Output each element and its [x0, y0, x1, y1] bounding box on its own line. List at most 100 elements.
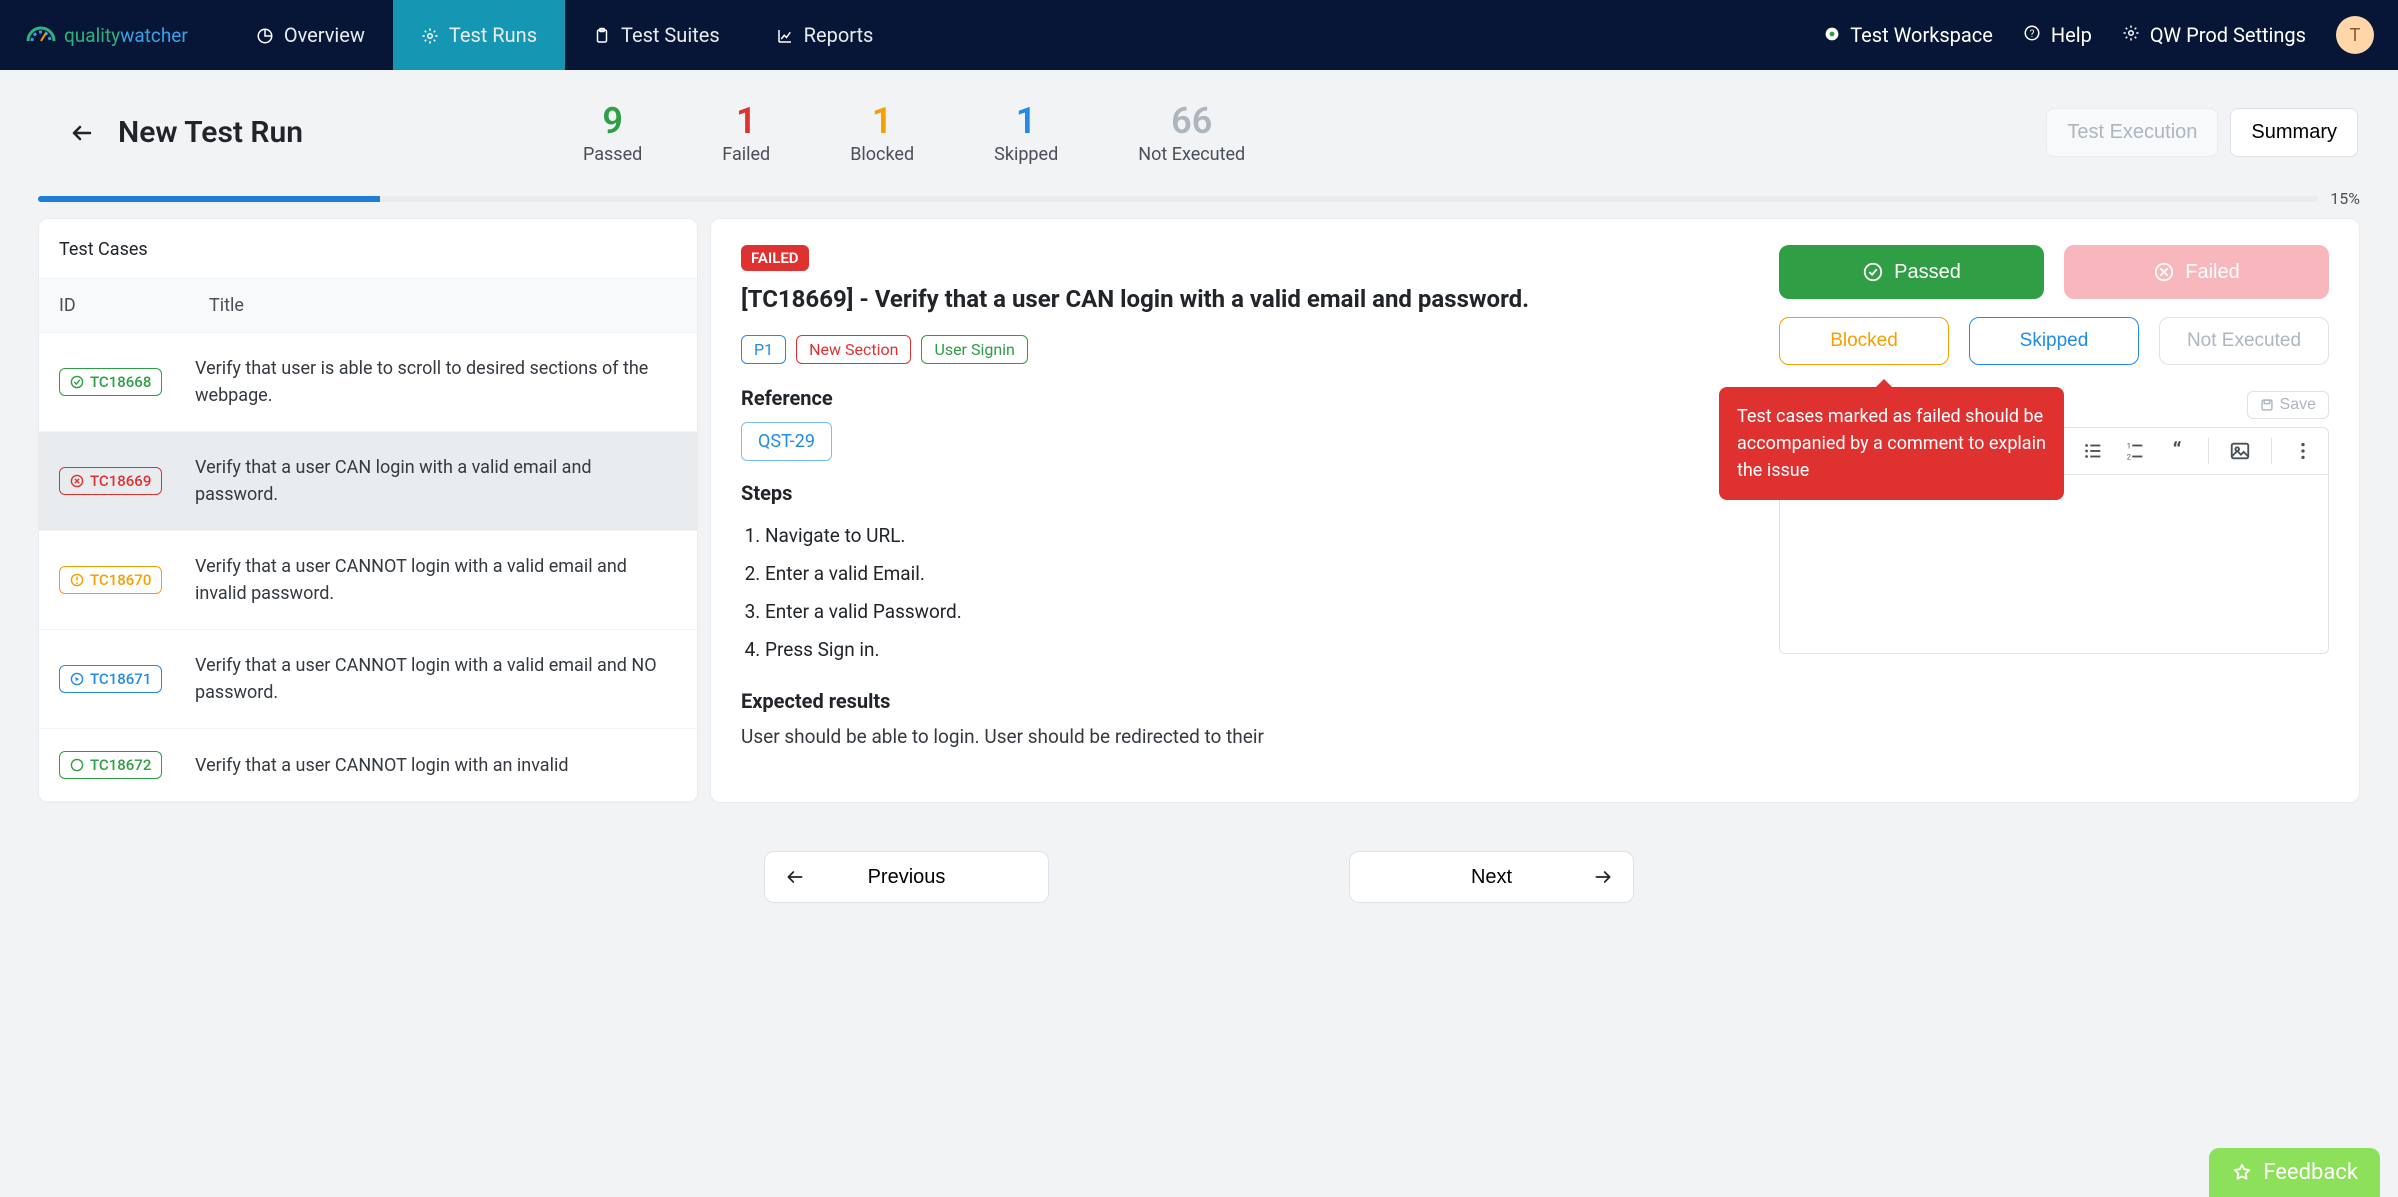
toolbar-divider	[2271, 438, 2272, 464]
reference-heading: Reference	[741, 386, 1739, 410]
top-nav: qualitywatcher Overview Test Runs Test S…	[0, 0, 2398, 70]
main-content: Test Cases ID Title TC18668 Verify that …	[0, 218, 2398, 827]
x-circle-icon	[2153, 261, 2175, 283]
detail-title: [TC18669] - Verify that a user CAN login…	[741, 283, 1739, 317]
action-passed-button[interactable]: Passed	[1779, 245, 2044, 299]
svg-text:1: 1	[2127, 441, 2131, 450]
settings-link[interactable]: QW Prod Settings	[2122, 23, 2306, 47]
star-icon	[2231, 1162, 2253, 1184]
col-title: Title	[209, 295, 244, 316]
tc-id: TC18669	[90, 472, 151, 490]
test-cases-panel: Test Cases ID Title TC18668 Verify that …	[38, 218, 698, 803]
nav-right: Test Workspace ? Help QW Prod Settings T	[1824, 16, 2374, 54]
quote-icon[interactable]: “	[2166, 440, 2188, 462]
nav-tabs: Overview Test Runs Test Suites Reports	[228, 0, 902, 70]
image-icon[interactable]	[2229, 440, 2251, 462]
stat-label: Skipped	[994, 144, 1058, 165]
check-circle-icon	[1862, 261, 1884, 283]
svg-text:2: 2	[2127, 452, 2131, 461]
avatar-initial: T	[2350, 25, 2361, 46]
clipboard-icon	[593, 26, 611, 44]
tag-module: User Signin	[921, 335, 1027, 364]
detail-status-pill: FAILED	[741, 245, 809, 271]
action-failed-button[interactable]: Failed	[2064, 245, 2329, 299]
tags-row: P1 New Section User Signin	[741, 335, 1739, 364]
stat-label: Not Executed	[1138, 144, 1245, 165]
action-not-executed-button[interactable]: Not Executed	[2159, 317, 2329, 365]
help-link[interactable]: ? Help	[2023, 23, 2092, 47]
col-id: ID	[59, 295, 209, 316]
status-badge: TC18672	[59, 751, 162, 779]
summary-tab-button[interactable]: Summary	[2230, 108, 2358, 157]
comment-editor[interactable]	[1779, 474, 2329, 654]
progress-fill	[38, 196, 380, 202]
stat-value: 1	[722, 100, 770, 142]
action-blocked-button[interactable]: Blocked	[1779, 317, 1949, 365]
pie-icon	[256, 26, 274, 44]
circle-dot-icon	[1824, 23, 1840, 47]
nav-tab-label: Reports	[804, 23, 874, 47]
nav-tab-overview[interactable]: Overview	[228, 0, 393, 70]
stat-passed: 9Passed	[583, 100, 642, 165]
button-label: Passed	[1894, 261, 1961, 284]
header-buttons: Test Execution Summary	[2046, 108, 2358, 157]
list-row[interactable]: TC18669 Verify that a user CAN login wit…	[39, 432, 697, 531]
progress-percent: 15%	[2330, 189, 2360, 208]
tc-title: Verify that a user CAN login with a vali…	[195, 454, 677, 508]
help-icon: ?	[2023, 23, 2041, 47]
stat-blocked: 1Blocked	[850, 100, 914, 165]
workspace-selector[interactable]: Test Workspace	[1824, 23, 1993, 47]
avatar[interactable]: T	[2336, 16, 2374, 54]
step-item: Navigate to URL.	[765, 517, 1739, 555]
chart-icon	[776, 26, 794, 44]
toolbar-divider	[2208, 438, 2209, 464]
logo[interactable]: qualitywatcher	[24, 24, 188, 47]
tag-section: New Section	[796, 335, 911, 364]
action-skipped-button[interactable]: Skipped	[1969, 317, 2139, 365]
status-badge: TC18669	[59, 467, 162, 495]
save-button[interactable]: Save	[2247, 391, 2329, 419]
stat-value: 9	[583, 100, 642, 142]
nav-tab-reports[interactable]: Reports	[748, 0, 902, 70]
more-icon[interactable]	[2292, 440, 2314, 462]
tc-id: TC18670	[90, 571, 151, 589]
arrow-left-icon	[785, 867, 805, 887]
stat-value: 1	[994, 100, 1058, 142]
list-row[interactable]: TC18671 Verify that a user CANNOT login …	[39, 630, 697, 729]
tc-title: Verify that a user CANNOT login with a v…	[195, 553, 677, 607]
list-row[interactable]: TC18672 Verify that a user CANNOT login …	[39, 729, 697, 802]
test-cases-title: Test Cases	[39, 219, 697, 279]
page-title: New Test Run	[118, 115, 303, 150]
next-button[interactable]: Next	[1349, 851, 1634, 903]
test-execution-tab-button[interactable]: Test Execution	[2046, 108, 2218, 157]
list-row[interactable]: TC18668 Verify that user is able to scro…	[39, 333, 697, 432]
steps-list: Navigate to URL. Enter a valid Email. En…	[741, 517, 1739, 669]
pager: Previous Next	[0, 827, 2398, 927]
workspace-name: Test Workspace	[1850, 23, 1993, 47]
step-item: Enter a valid Email.	[765, 555, 1739, 593]
expected-text: User should be able to login. User shoul…	[741, 725, 1739, 748]
list-header: ID Title	[39, 279, 697, 333]
reference-link[interactable]: QST-29	[741, 422, 832, 461]
nav-tab-test-runs[interactable]: Test Runs	[393, 0, 565, 70]
previous-button[interactable]: Previous	[764, 851, 1049, 903]
bullet-list-icon[interactable]	[2082, 440, 2104, 462]
stat-value: 1	[850, 100, 914, 142]
nav-tab-test-suites[interactable]: Test Suites	[565, 0, 748, 70]
list-body[interactable]: TC18668 Verify that user is able to scro…	[39, 333, 697, 802]
feedback-label: Feedback	[2263, 1160, 2358, 1185]
step-item: Press Sign in.	[765, 631, 1739, 669]
tc-id: TC18672	[90, 756, 151, 774]
back-arrow-icon[interactable]	[70, 121, 94, 145]
expected-heading: Expected results	[741, 689, 1739, 713]
feedback-button[interactable]: Feedback	[2209, 1148, 2380, 1197]
stat-value: 66	[1138, 100, 1245, 142]
steps-heading: Steps	[741, 481, 1739, 505]
nav-tab-label: Test Runs	[449, 23, 537, 47]
tag-priority: P1	[741, 335, 786, 364]
detail-panel: FAILED [TC18669] - Verify that a user CA…	[710, 218, 2360, 803]
numbered-list-icon[interactable]: 12	[2124, 440, 2146, 462]
tc-id: TC18668	[90, 373, 151, 391]
list-row[interactable]: TC18670 Verify that a user CANNOT login …	[39, 531, 697, 630]
brand-text: qualitywatcher	[64, 24, 188, 47]
